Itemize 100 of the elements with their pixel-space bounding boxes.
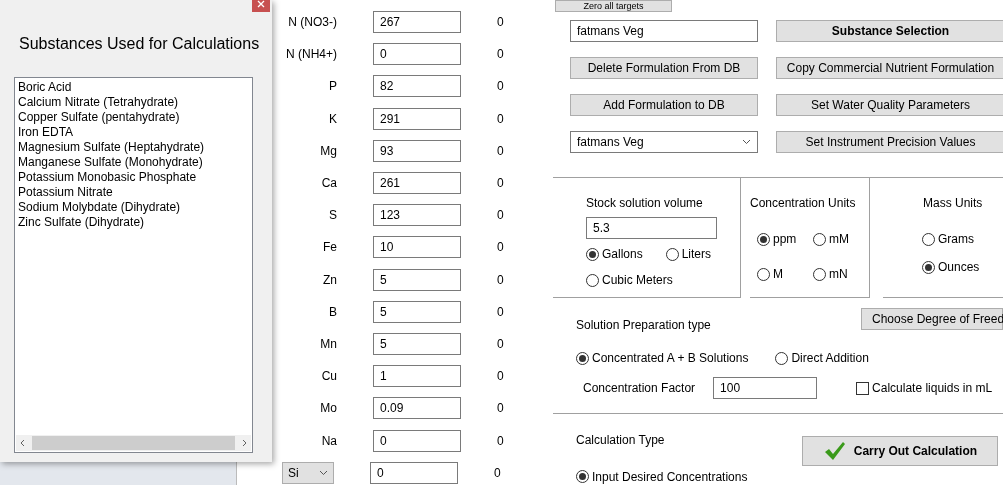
checkbox-option[interactable]: Calculate liquids in mL [856,379,993,397]
chevron-icon [742,139,751,145]
degree-of-freedom-button[interactable]: Choose Degree of Freed [861,308,1003,330]
radio-option[interactable]: Liters [665,245,712,263]
radio-option[interactable]: Direct Addition [775,349,869,367]
element-label: Fe [322,239,337,257]
action-button[interactable]: Set Instrument Precision Values [776,131,1003,153]
action-button[interactable]: Add Formulation to DB [570,94,758,116]
radio-option[interactable]: Cubic Meters [586,271,673,289]
target-input[interactable]: 0 [370,461,458,484]
result-value: 0 [497,46,504,64]
radio-circle[interactable] [922,260,935,274]
formulation-dropdown[interactable]: fatmans Veg [570,131,758,153]
radio-circle[interactable] [665,247,679,261]
radio-option[interactable]: mN [813,265,863,283]
list-item[interactable]: Iron EDTA [18,125,249,140]
radio-circle[interactable] [813,232,826,246]
radio-circle[interactable] [576,470,589,483]
list-item[interactable]: Potassium Monobasic Phosphate [18,170,249,185]
radio-circle[interactable] [922,232,935,246]
factor-label: Concentration Factor [583,380,696,397]
radio-circle[interactable] [757,267,770,281]
check-icon [823,441,846,461]
element-label: P [328,78,337,96]
result-value: 0 [494,464,501,482]
element-label: N (NO3-) [287,14,337,32]
target-input[interactable]: 1 [373,365,461,388]
radio-option[interactable]: Ounces [922,258,980,276]
target-input[interactable]: 10 [373,236,461,259]
result-value: 0 [497,432,504,450]
target-input[interactable]: 267 [373,11,461,34]
result-value: 0 [497,207,504,225]
close-button[interactable] [252,0,270,12]
list-item[interactable]: Potassium Nitrate [18,185,249,200]
action-button[interactable]: Delete Formulation From DB [570,57,758,79]
radio-option[interactable]: Concentrated A + B Solutions [576,349,749,367]
list-item[interactable]: Calcium Nitrate (Tetrahydrate) [18,95,249,110]
list-item[interactable]: Copper Sulfate (pentahydrate) [18,110,249,125]
target-input[interactable]: 5 [373,332,461,355]
element-label: K [328,110,337,128]
action-button[interactable]: Substance Selection [776,20,1003,42]
target-input[interactable]: 0 [373,43,461,66]
element-label: Mg [319,142,337,160]
result-value: 0 [497,303,504,321]
target-input[interactable]: 123 [373,204,461,227]
radio-option[interactable]: Grams [922,230,974,248]
element-label: B [328,303,337,321]
factor-field[interactable]: 100 [713,377,818,399]
radio-option[interactable]: Input Desired Concentrations [576,467,748,485]
element-label: Mn [319,335,337,353]
list-item[interactable]: Manganese Sulfate (Monohydrate) [18,155,249,170]
list-item[interactable]: Magnesium Sulfate (Heptahydrate) [18,140,249,155]
list-item[interactable]: Zinc Sulfate (Dihydrate) [18,215,249,230]
radio-circle[interactable] [576,351,589,365]
target-input[interactable]: 291 [373,107,461,130]
result-value: 0 [497,335,504,353]
result-value: 0 [497,110,504,128]
volume-field[interactable]: 5.3 [586,217,717,239]
target-input[interactable]: 5 [373,268,461,291]
radio-circle[interactable] [586,247,599,261]
radio-option[interactable]: mM [813,230,863,248]
target-input[interactable]: 5 [373,300,461,323]
target-input[interactable]: 82 [373,75,461,98]
target-input[interactable]: 93 [373,139,461,162]
radio-option[interactable]: Gallons [586,245,643,263]
element-label: Ca [320,175,337,193]
result-value: 0 [497,400,504,418]
radio-circle[interactable] [775,351,789,365]
group-title: Concentration Units [750,195,857,212]
radio-option[interactable]: ppm [757,230,813,248]
list-item[interactable]: Boric Acid [18,80,249,95]
element-label: Zn [322,271,337,289]
section-title: Solution Preparation type [576,317,711,334]
substances-listbox[interactable] [14,77,253,453]
formulation-name-field[interactable]: fatmans Veg [570,20,758,42]
action-button[interactable]: Copy Commercial Nutrient Formulation [776,57,1003,79]
group-title: Mass Units [923,195,984,212]
zero-targets-button[interactable]: Zero all targets [555,0,672,12]
dialog-title: Substances Used for Calculations [19,34,261,54]
result-value: 0 [497,368,504,386]
element-dropdown[interactable]: Si [282,461,334,484]
close-icon [257,0,265,8]
result-value: 0 [497,271,504,289]
calculate-button[interactable]: Carry Out Calculation [802,436,999,466]
radio-circle[interactable] [586,273,599,287]
action-button[interactable]: Set Water Quality Parameters [776,94,1003,116]
section-title: Calculation Type [576,432,666,449]
target-input[interactable]: 0.09 [373,397,461,420]
target-input[interactable]: 261 [373,172,461,195]
target-input[interactable]: 0 [373,429,461,452]
radio-option[interactable]: M [757,265,813,283]
group-title: Stock solution volume [586,195,704,212]
element-label: Mo [319,400,337,418]
result-value: 0 [497,14,504,32]
list-item[interactable]: Sodium Molybdate (Dihydrate) [18,200,249,215]
result-value: 0 [497,239,504,257]
radio-circle[interactable] [757,232,770,246]
horizontal-scrollbar[interactable] [16,435,251,451]
radio-circle[interactable] [813,267,826,281]
chevron-icon [319,469,328,476]
